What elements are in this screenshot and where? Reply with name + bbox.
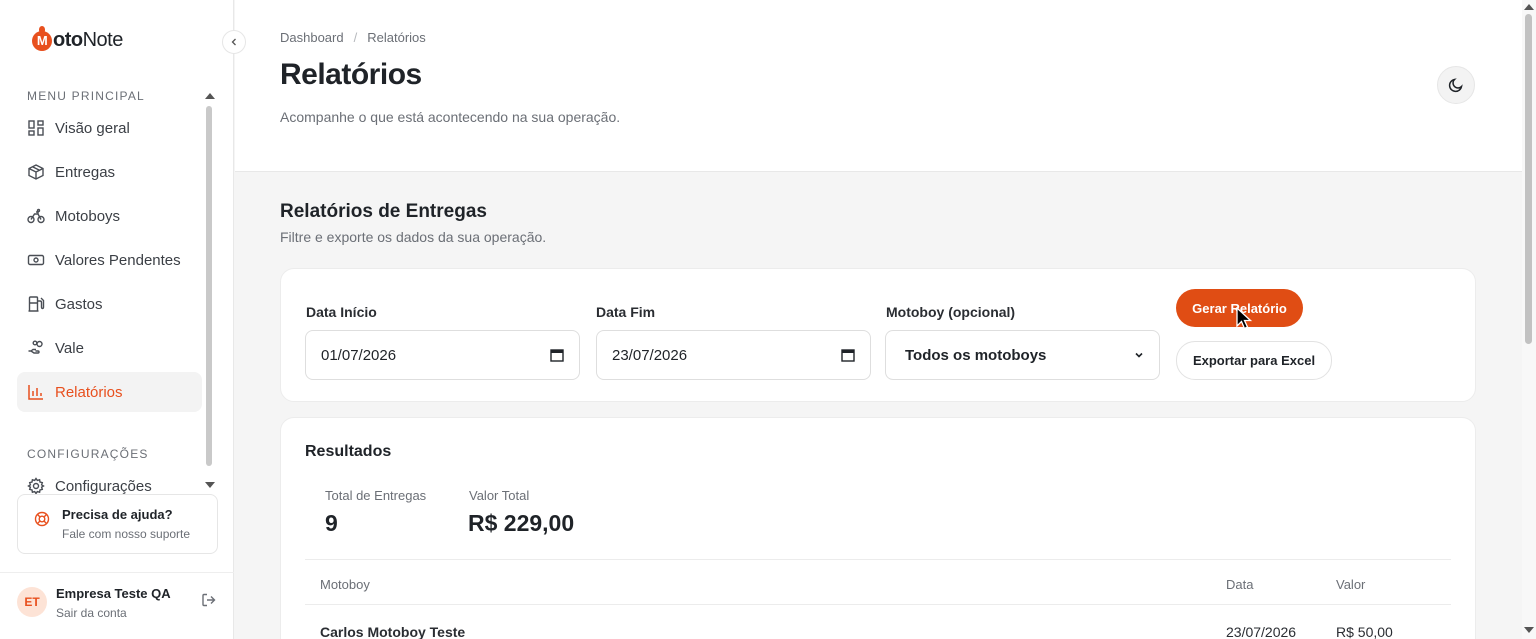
sidebar-item-label: Visão geral	[55, 119, 130, 137]
fuel-icon	[28, 296, 45, 312]
help-card[interactable]: Precisa de ajuda? Fale com nosso suporte	[17, 494, 218, 554]
section-title-config: CONFIGURAÇÕES	[27, 447, 149, 461]
sidebar-item-entregas[interactable]: Entregas	[17, 152, 202, 192]
column-header-motoboy: Motoboy	[320, 577, 370, 592]
calendar-icon[interactable]	[841, 348, 855, 362]
table-cell-data: 23/07/2026	[1226, 624, 1297, 639]
breadcrumb: Dashboard / Relatórios	[280, 30, 426, 45]
sidebar-item-label: Entregas	[55, 163, 116, 181]
sidebar-item-vale[interactable]: Vale	[17, 328, 202, 368]
sidebar-scrollbar[interactable]	[206, 106, 212, 466]
sidebar-item-relatorios[interactable]: Relatórios	[17, 372, 202, 412]
total-deliveries-label: Total de Entregas	[325, 488, 427, 503]
scroll-down-icon[interactable]	[205, 482, 215, 488]
results-card	[280, 417, 1476, 639]
sidebar-item-label: Configurações	[55, 477, 152, 495]
scroll-up-icon[interactable]	[1524, 4, 1534, 10]
motoboy-label: Motoboy (opcional)	[886, 304, 1016, 320]
table-cell-valor: R$ 50,00	[1336, 624, 1393, 639]
avatar[interactable]: ET	[17, 587, 47, 617]
page-subtitle: Acompanhe o que está acontecendo na sua …	[280, 109, 621, 125]
mouse-cursor-icon	[1236, 307, 1253, 330]
logo-mark-icon: M	[32, 26, 52, 52]
breadcrumb-current: Relatórios	[367, 30, 426, 45]
logout-link[interactable]: Sair da conta	[56, 606, 127, 620]
breadcrumb-separator: /	[353, 30, 358, 45]
total-deliveries-value: 9	[325, 510, 338, 536]
sidebar-item-label: Vale	[55, 339, 84, 357]
page-scroll-thumb[interactable]	[1525, 14, 1532, 344]
total-value-label: Valor Total	[469, 488, 530, 503]
section-title-main: MENU PRINCIPAL	[27, 89, 145, 103]
motoboy-select-value: Todos os motoboys	[905, 346, 1047, 364]
chevron-left-icon	[231, 38, 236, 46]
end-date-value: 23/07/2026	[612, 346, 688, 364]
chevron-down-icon	[1135, 352, 1143, 358]
divider	[0, 572, 234, 573]
help-subtitle: Fale com nosso suporte	[62, 527, 191, 541]
lifebuoy-icon	[34, 511, 50, 527]
end-date-label: Data Fim	[596, 304, 656, 320]
moon-icon	[1448, 78, 1463, 93]
end-date-input[interactable]: 23/07/2026	[596, 330, 871, 380]
divider	[305, 604, 1451, 605]
sidebar-item-label: Gastos	[55, 295, 103, 313]
reports-title: Relatórios de Entregas	[280, 201, 487, 222]
page-header: Dashboard / Relatórios Relatórios Acompa…	[235, 0, 1523, 172]
theme-toggle-button[interactable]	[1437, 66, 1475, 104]
page-title: Relatórios	[280, 58, 422, 91]
logout-icon[interactable]	[201, 592, 217, 608]
sidebar: M oto Note MENU PRINCIPAL Visão geral Ent…	[0, 0, 234, 639]
hand-coins-icon	[28, 340, 43, 354]
dashboard-icon	[28, 120, 44, 136]
breadcrumb-dashboard[interactable]: Dashboard	[280, 30, 344, 45]
column-header-valor: Valor	[1336, 577, 1366, 592]
bike-icon	[27, 208, 45, 224]
sidebar-item-label: Relatórios	[55, 383, 123, 401]
column-header-data: Data	[1226, 577, 1254, 592]
bar-chart-icon	[28, 385, 43, 400]
start-date-label: Data Início	[306, 304, 377, 320]
table-cell-motoboy: Carlos Motoboy Teste	[320, 624, 466, 639]
sidebar-item-valores-pendentes[interactable]: Valores Pendentes	[17, 240, 202, 280]
reports-subtitle: Filtre e exporte os dados da sua operaçã…	[280, 229, 547, 245]
gear-icon	[27, 477, 45, 495]
export-excel-button[interactable]: Exportar para Excel	[1176, 341, 1332, 380]
start-date-value: 01/07/2026	[321, 346, 397, 364]
help-title: Precisa de ajuda?	[62, 507, 173, 522]
sidebar-item-motoboys[interactable]: Motoboys	[17, 196, 202, 236]
scroll-up-icon[interactable]	[205, 93, 215, 99]
sidebar-item-visao-geral[interactable]: Visão geral	[17, 108, 202, 148]
results-title: Resultados	[305, 443, 392, 460]
motoboy-select[interactable]: Todos os motoboys	[885, 330, 1160, 380]
app-logo[interactable]: M oto Note	[32, 26, 123, 52]
package-icon	[28, 164, 44, 180]
calendar-icon[interactable]	[550, 348, 564, 362]
total-value-value: R$ 229,00	[468, 510, 575, 536]
scroll-down-icon[interactable]	[1524, 627, 1534, 633]
start-date-input[interactable]: 01/07/2026	[305, 330, 580, 380]
collapse-sidebar-button[interactable]	[222, 30, 246, 54]
sidebar-item-gastos[interactable]: Gastos	[17, 284, 202, 324]
sidebar-item-label: Valores Pendentes	[55, 251, 181, 269]
user-name: Empresa Teste QA	[56, 586, 171, 601]
divider	[305, 559, 1451, 560]
banknote-icon	[27, 254, 45, 266]
sidebar-item-label: Motoboys	[55, 207, 121, 225]
